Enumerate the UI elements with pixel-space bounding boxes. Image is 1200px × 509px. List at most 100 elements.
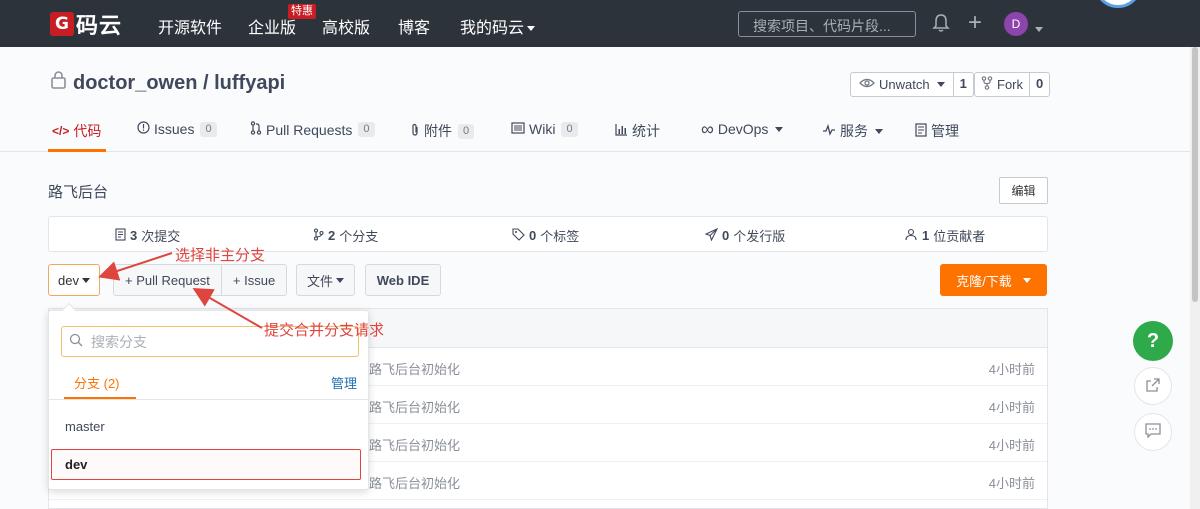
commit-message[interactable]: 路飞后台初始化 [369,473,460,492]
avatar[interactable]: D [1004,12,1028,36]
fork-count[interactable]: 0 [1029,73,1049,96]
logo-text: 码云 [76,13,123,38]
stat-contributors-num: 1 [922,228,930,243]
nav-university[interactable]: 高校版 [322,14,370,38]
tab-attachments[interactable]: 附件 0 [410,121,475,141]
new-pull-request-button[interactable]: + Pull Request [114,265,221,295]
tab-services[interactable]: 服务 [822,121,883,141]
dropdown-divider [49,399,368,400]
commit-time: 4小时前 [988,438,1035,453]
branches-tab[interactable]: 分支 (2) [74,373,120,392]
branch-icon [313,227,324,244]
enterprise-badge: 特惠 [288,4,316,19]
tab-label: Wiki [529,121,556,137]
web-ide-button[interactable]: Web IDE [365,264,441,296]
nav-open-source[interactable]: 开源软件 [158,14,222,38]
tab-label: DevOps [717,121,769,137]
users-icon [904,228,918,244]
tab-manage[interactable]: 管理 [915,121,959,141]
branch-select-label: dev [58,272,79,288]
branch-select-button[interactable]: dev [48,264,100,296]
stat-releases[interactable]: 0 个发行版 [704,226,786,245]
tab-statistics[interactable]: 统计 [615,121,660,141]
dropdown-arrow [61,302,77,318]
tab-count: 0 [358,122,375,137]
branch-option-master[interactable]: master [65,419,105,434]
tab-label: Issues [154,121,195,137]
help-button[interactable]: ? [1133,321,1173,361]
plus-icon[interactable]: + [968,11,982,35]
stat-branches[interactable]: 2 个分支 [313,226,378,245]
repo-title: doctor_owen / luffyapi [50,70,285,96]
stat-tags[interactable]: 0 个标签 [512,226,579,245]
commit-message[interactable]: 路飞后台初始化 [369,359,460,378]
scrollbar-thumb[interactable] [1192,47,1198,302]
book-icon [511,121,525,137]
nav-my-gitee-label: 我的码云 [460,20,525,37]
watch-count[interactable]: 1 [952,73,973,96]
paperclip-icon [410,123,420,140]
stat-releases-num: 0 [722,228,730,243]
pulse-icon [822,123,836,139]
pr-issue-group: + Pull Request + Issue [113,264,288,296]
file-menu-button[interactable]: 文件 [296,264,355,296]
edit-button[interactable]: 编辑 [999,177,1048,204]
tab-label: Pull Requests [266,121,353,138]
comment-icon [1145,423,1161,441]
tab-count: 0 [561,121,578,137]
repo-header: doctor_owen / luffyapi Unwatch 1 Fork 0 … [0,47,1190,152]
watch-label: Unwatch [879,77,930,92]
chevron-down-icon [875,128,883,134]
code-icon: </> [52,124,70,138]
stat-contributors[interactable]: 1 位贡献者 [904,226,985,245]
stat-releases-label: 个发行版 [733,229,786,244]
commit-message[interactable]: 路飞后台初始化 [369,397,460,416]
tab-code[interactable]: </> 代码 [52,121,101,141]
tab-label: 代码 [73,123,102,139]
tab-label: 统计 [632,123,660,139]
repo-name[interactable]: doctor_owen / luffyapi [73,72,285,95]
settings-doc-icon [915,122,927,140]
watch-button[interactable]: Unwatch 1 [850,72,974,97]
tab-issues[interactable]: Issues 0 [137,121,217,137]
share-button[interactable] [1134,367,1172,405]
stat-commits[interactable]: 3 次提交 [115,226,180,245]
nav-search-input[interactable]: 搜索项目、代码片段... [738,11,916,37]
manage-branches-link[interactable]: 管理 [331,373,357,392]
bell-icon[interactable] [932,13,950,36]
stat-contributors-label: 位贡献者 [933,229,986,244]
tab-wiki[interactable]: Wiki 0 [511,121,578,137]
issue-icon [137,121,150,137]
tab-count: 0 [458,123,475,139]
nav-blog[interactable]: 博客 [398,14,430,38]
branch-option-dev[interactable]: dev [65,457,87,472]
stat-commits-num: 3 [130,228,138,243]
clone-download-label: 克隆/下载 [956,273,1012,289]
fork-icon [981,76,993,93]
commit-message[interactable]: 路飞后台初始化 [369,435,460,454]
gitee-logo[interactable]: G 码云 [50,11,123,38]
tab-label: 服务 [840,123,868,139]
fork-button[interactable]: Fork 0 [974,72,1051,97]
chevron-down-icon [1022,277,1031,283]
comment-button[interactable] [1134,413,1172,451]
stat-tags-num: 0 [529,228,537,243]
new-issue-button[interactable]: + Issue [220,265,286,295]
nav-my-gitee[interactable]: 我的码云 [460,14,536,38]
fork-label: Fork [997,77,1023,92]
branch-option-dev-highlight[interactable] [51,449,361,480]
tab-label: 管理 [931,123,959,139]
stat-branches-label: 个分支 [339,229,379,244]
send-icon [704,227,719,244]
bar-chart-icon [615,123,628,139]
top-nav: G 码云 开源软件 企业版 特惠 高校版 博客 我的码云 搜索项目、代码片段..… [0,0,1200,47]
tab-pull-requests[interactable]: Pull Requests 0 [250,121,375,138]
tab-devops[interactable]: ∞ DevOps [701,120,784,138]
commit-time: 4小时前 [988,400,1035,415]
chevron-down-icon [81,277,90,283]
eye-icon [859,77,875,92]
pull-request-icon [250,121,262,138]
clone-download-button[interactable]: 克隆/下载 [940,264,1047,296]
commit-icon [115,227,126,244]
avatar-chevron-down-icon[interactable] [1032,21,1043,36]
